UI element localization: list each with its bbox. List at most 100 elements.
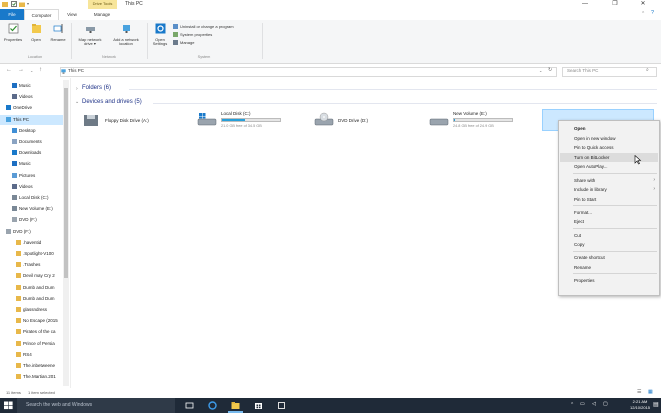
language-icon[interactable]: ▢ xyxy=(603,401,608,407)
forward-arrow-icon[interactable]: → xyxy=(18,67,24,73)
tab-file[interactable]: File xyxy=(0,9,24,20)
nav-item[interactable]: RS4 xyxy=(0,350,64,360)
item-count: 11 items xyxy=(6,390,21,395)
nav-scroll-thumb[interactable] xyxy=(64,88,68,278)
task-view-icon[interactable] xyxy=(185,401,194,410)
rename-button[interactable]: Rename xyxy=(47,23,69,42)
windows-start-icon[interactable] xyxy=(0,398,17,413)
nav-item[interactable]: .Trashes xyxy=(0,260,64,270)
tab-computer[interactable]: Computer xyxy=(24,9,59,20)
nav-item[interactable]: Dumb and Dum xyxy=(0,294,64,304)
menu-item[interactable]: Create shortcut xyxy=(560,253,658,262)
help-icon[interactable]: ? xyxy=(651,10,654,16)
up-arrow-icon[interactable]: ↑ xyxy=(39,67,42,73)
notifications-icon[interactable]: ▤ xyxy=(653,401,659,408)
edge-browser-icon[interactable] xyxy=(208,401,217,410)
refresh-icon[interactable]: ↻ xyxy=(548,67,552,73)
show-hidden-icons[interactable]: ⌃ xyxy=(570,402,574,408)
nav-item[interactable]: Prince of Persia xyxy=(0,339,64,349)
nav-item[interactable]: DVD (F:) xyxy=(0,215,64,225)
drive-name[interactable]: Floppy Disk Drive (A:) xyxy=(105,118,149,123)
nav-item[interactable]: DVD (F:) xyxy=(0,227,64,237)
properties-button[interactable]: Properties xyxy=(2,23,24,42)
nav-item[interactable]: Devil may Cry 2 xyxy=(0,271,64,281)
nav-item[interactable]: Music xyxy=(0,159,64,169)
nav-item[interactable]: Videos xyxy=(0,182,64,192)
menu-item[interactable]: Open in new window xyxy=(560,134,658,143)
new-folder-quick-icon[interactable] xyxy=(19,1,25,7)
menu-item[interactable]: Eject xyxy=(560,217,658,226)
menu-item[interactable]: Copy xyxy=(560,240,658,249)
minimize-button[interactable]: — xyxy=(574,0,596,9)
network-icon[interactable]: ▭ xyxy=(580,401,585,407)
nav-item[interactable]: OneDrive xyxy=(0,103,64,113)
drive-name[interactable]: DVD Drive (D:) xyxy=(338,118,368,123)
nav-item[interactable]: Documents xyxy=(0,137,64,147)
large-icons-view-icon[interactable]: ▦ xyxy=(648,389,653,395)
nav-item[interactable]: glassndress xyxy=(0,305,64,315)
menu-item[interactable]: Properties xyxy=(560,276,658,285)
menu-item[interactable]: Share with › xyxy=(560,176,658,185)
menu-item[interactable]: Include in library › xyxy=(560,185,658,194)
map-network-drive-button[interactable]: Map network drive ▾ xyxy=(74,23,106,47)
details-view-icon[interactable]: ☰ xyxy=(637,389,641,395)
close-button[interactable]: ✕ xyxy=(632,0,654,9)
tab-view[interactable]: View xyxy=(60,9,84,20)
nav-item[interactable]: This PC xyxy=(0,114,64,125)
file-explorer-icon[interactable] xyxy=(231,401,240,410)
nav-item[interactable]: No Escape (2015 xyxy=(0,316,64,326)
app-icon[interactable] xyxy=(277,401,286,410)
nav-item[interactable]: .haventid xyxy=(0,238,64,248)
nav-item[interactable]: .Spotlight-V100 xyxy=(0,249,64,259)
taskbar-search-input[interactable]: Search the web and Windows xyxy=(26,402,92,408)
folders-header[interactable]: Folders (6) xyxy=(82,85,111,91)
back-arrow-icon[interactable]: ← xyxy=(6,67,12,73)
nav-item[interactable]: Desktop xyxy=(0,126,64,136)
nav-item[interactable]: Pirates of the ca xyxy=(0,327,64,337)
nav-item[interactable]: The.inbetweene xyxy=(0,361,64,371)
menu-item[interactable]: Turn on BitLocker xyxy=(560,152,658,162)
collapse-ribbon-icon[interactable]: ⌃ xyxy=(641,11,645,17)
nav-item[interactable]: The.Martian.201 xyxy=(0,372,64,382)
collapse-devices-icon[interactable]: ⌄ xyxy=(75,99,79,105)
menu-item[interactable]: Format... xyxy=(560,208,658,217)
maximize-button[interactable]: ❐ xyxy=(604,0,626,9)
add-network-location-button[interactable]: Add a network location xyxy=(108,23,144,47)
menu-item[interactable]: Rename xyxy=(560,263,658,272)
address-bar[interactable] xyxy=(60,67,557,77)
menu-item-label: Pin to Start xyxy=(574,196,597,202)
nav-item-label: Downloads xyxy=(19,150,42,156)
search-input[interactable]: Search This PC xyxy=(567,68,598,73)
address-path[interactable]: This PC xyxy=(68,68,84,73)
volume-icon[interactable]: ◁ xyxy=(592,401,596,407)
nav-item[interactable]: Dumb and Dum xyxy=(0,283,64,293)
clock[interactable]: 2:21 AM 12/10/2015 xyxy=(630,399,650,411)
manage-button[interactable]: Manage xyxy=(173,39,263,47)
uninstall-program-button[interactable]: Uninstall or change a program xyxy=(173,23,263,31)
divider xyxy=(153,103,657,104)
menu-item[interactable]: Pin to Quick access xyxy=(560,143,658,152)
menu-item[interactable]: Open AutoPlay... xyxy=(560,162,658,171)
expand-folders-icon[interactable]: › xyxy=(76,86,78,92)
nav-item[interactable]: New Volume (E:) xyxy=(0,204,64,214)
drive-name[interactable]: New Volume (E:) xyxy=(453,111,487,116)
open-settings-button[interactable]: Open Settings xyxy=(149,23,171,47)
drive-name[interactable]: Local Disk (C:) xyxy=(221,111,251,116)
menu-item[interactable]: Open xyxy=(560,124,658,133)
open-button[interactable]: Open xyxy=(26,23,46,42)
recent-locations-dropdown-icon[interactable]: ⌄ xyxy=(30,68,33,73)
devices-header[interactable]: Devices and drives (5) xyxy=(82,99,142,105)
menu-item[interactable]: Cut xyxy=(560,231,658,240)
menu-item[interactable]: Pin to Start xyxy=(560,195,658,204)
system-properties-button[interactable]: System properties xyxy=(173,31,263,39)
properties-quick-icon[interactable] xyxy=(11,1,17,7)
nav-item[interactable]: Local Disk (C:) xyxy=(0,193,64,203)
address-dropdown-icon[interactable]: ⌄ xyxy=(539,68,542,73)
quick-access-dropdown[interactable]: ▾ xyxy=(27,1,29,6)
nav-item[interactable]: Music xyxy=(0,81,64,91)
nav-item[interactable]: Downloads xyxy=(0,148,64,158)
nav-item[interactable]: Pictures xyxy=(0,171,64,181)
tab-manage[interactable]: Manage xyxy=(87,9,117,20)
store-icon[interactable] xyxy=(254,401,263,410)
nav-item[interactable]: Videos xyxy=(0,92,64,102)
